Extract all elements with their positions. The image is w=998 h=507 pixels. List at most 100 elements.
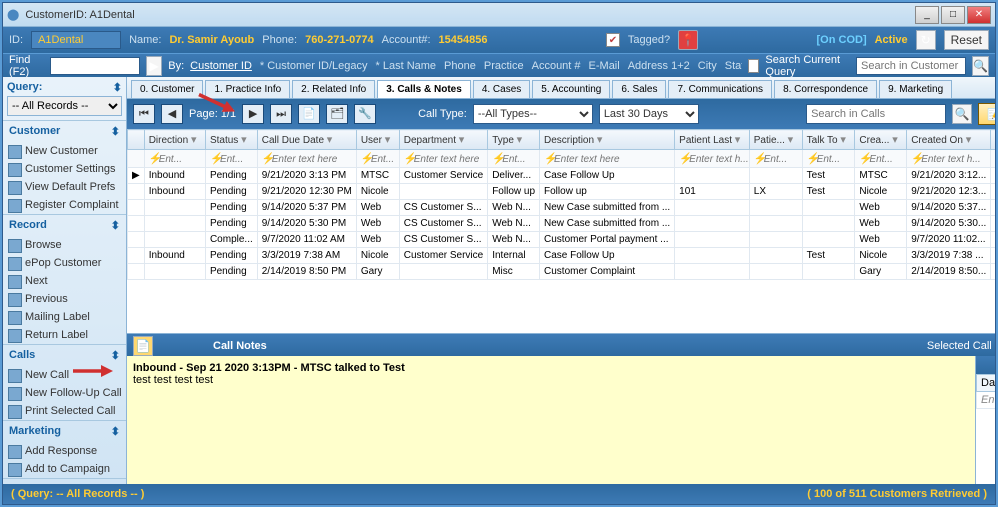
tab[interactable]: 1. Practice Info [205,80,290,98]
find-input[interactable] [50,57,140,75]
filter-input[interactable] [869,154,912,165]
by-option[interactable]: E-Mail [589,60,620,72]
sidebar-item[interactable]: Next [3,272,126,290]
filter-input[interactable] [764,154,808,165]
query-select[interactable]: -- All Records -- [7,96,122,116]
id-value[interactable]: A1Dental [31,31,121,49]
column-header[interactable]: Status ▾ [205,130,257,150]
search-calls-input[interactable] [806,104,946,124]
nav-next-button[interactable]: ▶ [242,104,264,124]
table-row[interactable]: Pending9/14/2020 5:30 PMWebCS Customer S… [128,216,996,232]
filter-input[interactable] [414,154,493,165]
filter-input[interactable] [371,154,405,165]
tab[interactable]: 8. Correspondence [774,80,877,98]
column-header[interactable]: Department ▾ [399,130,487,150]
calltype-label: Call Type: [418,108,467,120]
by-options[interactable]: Customer ID * Customer ID/Legacy * Last Na… [190,60,742,72]
tab[interactable]: 4. Cases [473,80,530,98]
column-header[interactable]: Case # ▾ [991,130,995,150]
tab[interactable]: 9. Marketing [879,80,952,98]
minimize-button[interactable]: _ [915,6,939,24]
sidebar-item[interactable]: Print Selected Call [3,402,126,420]
table-row[interactable]: InboundPending3/3/2019 7:38 AMNicoleCust… [128,248,996,264]
refresh-icon[interactable]: ↻ [916,30,936,50]
filter-input[interactable] [817,154,861,165]
section-header-record[interactable]: Record⬍ [3,215,126,236]
tab[interactable]: 5. Accounting [532,80,610,98]
sidebar-item[interactable]: Add Response [3,442,126,460]
find-go-icon[interactable]: ▶ [146,56,162,76]
column-header[interactable]: User ▾ [356,130,399,150]
table-row[interactable]: Pending9/14/2020 5:37 PMWebCS Customer S… [128,200,996,216]
sidebar-item[interactable]: Return Label [3,326,126,344]
by-option[interactable]: Customer ID [190,60,252,72]
sidebar-item[interactable]: Add to Campaign [3,460,126,478]
column-header[interactable]: Patient Last ▾ [675,130,750,150]
column-header[interactable]: Type ▾ [488,130,540,150]
notes-icon[interactable]: 📄 [133,336,153,356]
column-header[interactable]: Call Due Date ▾ [257,130,356,150]
sidebar-item[interactable]: Register Complaint [3,196,126,214]
filter-input[interactable] [272,154,362,165]
close-button[interactable]: ✕ [967,6,991,24]
tab[interactable]: 7. Communications [668,80,772,98]
search-customer-input[interactable] [856,57,966,75]
nav-first-button[interactable]: ⏮ [133,104,155,124]
toolbar-icon-2[interactable]: 🗂 [326,104,348,124]
sidebar-item[interactable]: New Follow-Up Call [3,384,126,402]
sidebar-item[interactable]: Mailing Label [3,308,126,326]
by-option[interactable]: * Last Name [376,60,437,72]
maximize-button[interactable]: □ [941,6,965,24]
column-header[interactable]: Created On ▾ [907,130,991,150]
docs-header: Call Documents [976,356,995,374]
sidebar-item[interactable]: View Default Prefs [3,178,126,196]
by-option[interactable]: Address 1+2 [628,60,690,72]
table-row[interactable]: Comple...9/7/2020 11:02 AMWebCS Customer… [128,232,996,248]
tab[interactable]: 0. Customer [131,80,203,98]
tab[interactable]: 3. Calls & Notes [377,80,471,98]
filter-input[interactable] [921,154,995,165]
table-row[interactable]: Pending2/14/2019 8:50 PMGaryMiscCustomer… [128,264,996,280]
table-row[interactable]: ▶InboundPending9/21/2020 3:13 PMMTSCCust… [128,168,996,184]
calltype-select[interactable]: --All Types-- [473,104,593,124]
sidebar-item[interactable]: ePop Customer [3,254,126,272]
by-option[interactable]: City [698,60,717,72]
table-row[interactable]: InboundPending9/21/2020 12:30 PMNicoleFo… [128,184,996,200]
modify-notes-button[interactable]: 📝Modify Notes [978,103,995,125]
filter-input[interactable] [689,154,755,165]
sidebar-item[interactable]: Customer Settings [3,160,126,178]
range-select[interactable]: Last 30 Days [599,104,699,124]
reset-button[interactable]: Reset [944,30,989,50]
by-option[interactable]: Account # [532,60,581,72]
section-header-calls[interactable]: Calls⬍ [3,345,126,366]
by-option[interactable]: State [725,60,742,72]
column-header[interactable]: Patie... ▾ [749,130,802,150]
tab[interactable]: 6. Sales [612,80,666,98]
column-header[interactable]: Crea... ▾ [855,130,907,150]
column-header[interactable]: Description ▾ [540,130,675,150]
nav-last-button[interactable]: ⏭ [270,104,292,124]
section-header-customer[interactable]: Customer⬍ [3,121,126,142]
filter-input[interactable] [159,154,211,165]
search-cq-checkbox[interactable] [748,59,759,73]
sidebar-item[interactable]: Previous [3,290,126,308]
by-option[interactable]: Phone [444,60,476,72]
by-option[interactable]: * Customer ID/Legacy [260,60,368,72]
toolbar-icon-3[interactable]: 🔧 [354,104,376,124]
nav-prev-button[interactable]: ◀ [161,104,183,124]
sidebar-item[interactable]: Browse [3,236,126,254]
section-header-marketing[interactable]: Marketing⬍ [3,421,126,442]
filter-input[interactable] [502,154,545,165]
search-calls-icon[interactable]: 🔍 [952,104,972,124]
tab[interactable]: 2. Related Info [292,80,375,98]
column-header[interactable]: Direction ▾ [144,130,205,150]
map-marker-icon[interactable]: 📍 [678,30,698,50]
toolbar-icon-1[interactable]: 📄 [298,104,320,124]
sidebar-item[interactable]: New Customer [3,142,126,160]
by-option[interactable]: Practice [484,60,524,72]
column-header[interactable]: Talk To ▾ [802,130,855,150]
tagged-checkbox[interactable]: ✔ [606,33,620,47]
filter-input[interactable] [554,154,680,165]
filter-input[interactable] [220,154,263,165]
search-icon[interactable]: 🔍 [972,56,989,76]
